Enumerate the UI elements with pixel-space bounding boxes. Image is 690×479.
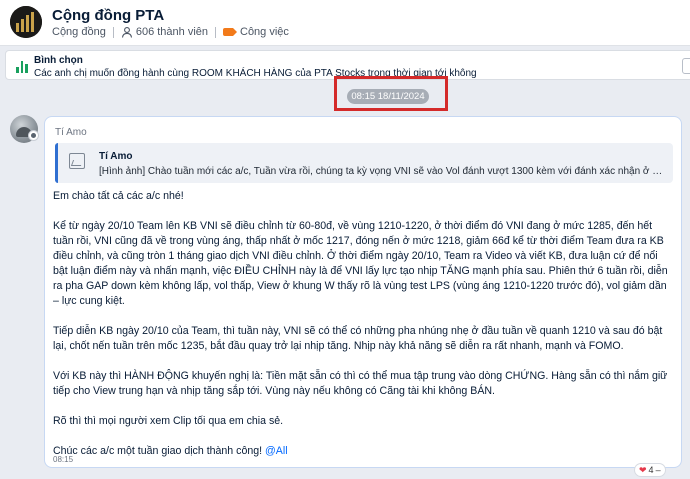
meta-divider — [215, 26, 216, 38]
message-paragraph: Với KB này thì HÀNH ĐỘNG khuyến nghị là:… — [53, 370, 668, 397]
sender-name: Tí Amo — [55, 127, 87, 138]
heart-icon: ❤ — [639, 464, 647, 475]
group-meta: Cộng đồng 606 thành viên Công việc — [52, 26, 289, 38]
quote-accent-bar — [55, 143, 58, 183]
chat-header: Cộng đồng PTA Cộng đồng 606 thành viên C… — [0, 0, 690, 46]
reaction-count: 4 — [648, 465, 654, 475]
message-paragraph: Em chào tất cả các a/c nhé! — [53, 190, 184, 202]
quote-text: [Hình ảnh] Chào tuần mới các a/c, Tuần v… — [99, 166, 665, 177]
mention-all-link[interactable]: @All — [265, 445, 288, 457]
message-closing: Chúc các a/c một tuần giao dịch thành cô… — [53, 445, 263, 457]
poll-title: Bình chọn — [34, 55, 83, 66]
message-paragraph: Rõ thì thì mọi người xem Clip tối qua em… — [53, 415, 284, 427]
quoted-message[interactable]: Tí Amo [Hình ảnh] Chào tuần mới các a/c,… — [55, 143, 673, 183]
message-bubble[interactable]: Tí Amo Tí Amo [Hình ảnh] Chào tuần mới c… — [44, 116, 682, 468]
group-avatar[interactable] — [10, 6, 42, 38]
image-icon — [69, 153, 85, 169]
bar-chart-icon — [16, 61, 29, 73]
message-body: Em chào tất cả các a/c nhé! Kể từ ngày 2… — [53, 189, 675, 474]
key-badge-icon — [28, 130, 39, 141]
reaction-caret: – — [655, 465, 661, 475]
group-title[interactable]: Cộng đồng PTA — [52, 7, 164, 24]
member-count[interactable]: 606 thành viên — [136, 26, 208, 38]
reaction-summary[interactable]: ❤ 4 – — [634, 463, 666, 477]
quote-author: Tí Amo — [99, 151, 133, 162]
message-closing-line: Chúc các a/c một tuần giao dịch thành cô… — [53, 444, 675, 459]
poll-expand-button[interactable] — [682, 58, 690, 74]
group-type-label: Cộng đồng — [52, 26, 106, 38]
person-icon — [121, 27, 132, 38]
message-time: 08:15 — [53, 455, 74, 464]
meta-divider — [112, 26, 114, 38]
tag-icon — [223, 28, 237, 36]
message-paragraph: Kể từ ngày 20/10 Team lên KB VNI sẽ điều… — [53, 220, 668, 307]
message-paragraph: Tiếp diễn KB ngày 20/10 của Team, thì tu… — [53, 325, 663, 352]
group-tag-label[interactable]: Công việc — [240, 26, 289, 38]
pta-logo-icon — [10, 6, 42, 38]
highlight-annotation-box — [334, 76, 448, 111]
